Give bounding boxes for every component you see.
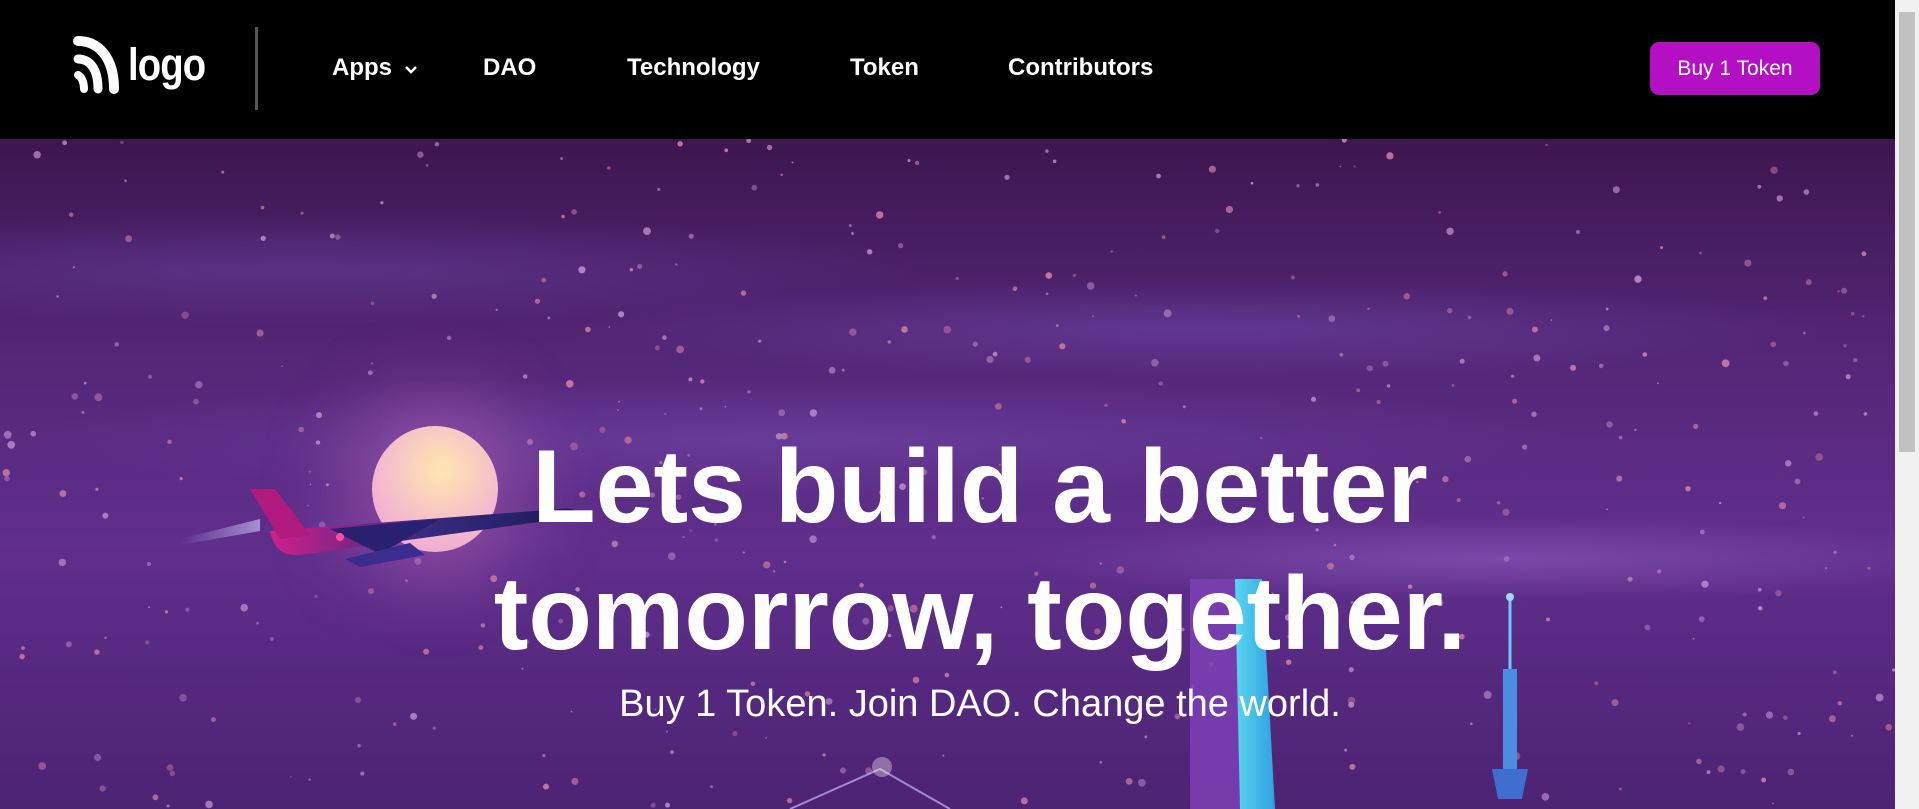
nav-item-label: Technology — [627, 54, 760, 81]
hero-headline-line-1: Lets build a better — [532, 429, 1428, 545]
site-logo[interactable]: logo — [72, 32, 219, 98]
hero-subheadline: Buy 1 Token. Join DAO. Change the world. — [619, 683, 1341, 725]
logo-mark-icon — [73, 36, 119, 94]
logo-text: logo — [128, 39, 206, 90]
header-divider — [255, 27, 258, 110]
nav-item-dao[interactable]: DAO — [483, 50, 536, 86]
buy-token-button[interactable]: Buy 1 Token — [1650, 42, 1820, 95]
nav-item-label: DAO — [483, 54, 537, 81]
nav-item-apps[interactable]: Apps — [332, 50, 418, 86]
vertical-scrollbar[interactable] — [1895, 0, 1919, 809]
hero-headline: Lets build a better tomorrow, together. — [240, 424, 1720, 678]
top-navigation-bar: logo Apps DAO Technology Token Contribut… — [0, 0, 1895, 139]
nav-item-contributors[interactable]: Contributors — [1008, 50, 1153, 86]
chevron-down-icon — [404, 50, 418, 86]
nav-item-label: Contributors — [1008, 54, 1154, 81]
nav-item-token[interactable]: Token — [850, 50, 919, 86]
nav-item-label: Apps — [332, 54, 392, 81]
nav-item-label: Token — [850, 54, 919, 81]
nav-item-technology[interactable]: Technology — [627, 50, 760, 86]
scrollbar-thumb[interactable] — [1899, 12, 1915, 452]
hero-headline-line-2: tomorrow, together. — [493, 556, 1467, 672]
hero-section: Lets build a better tomorrow, together. … — [0, 139, 1895, 809]
